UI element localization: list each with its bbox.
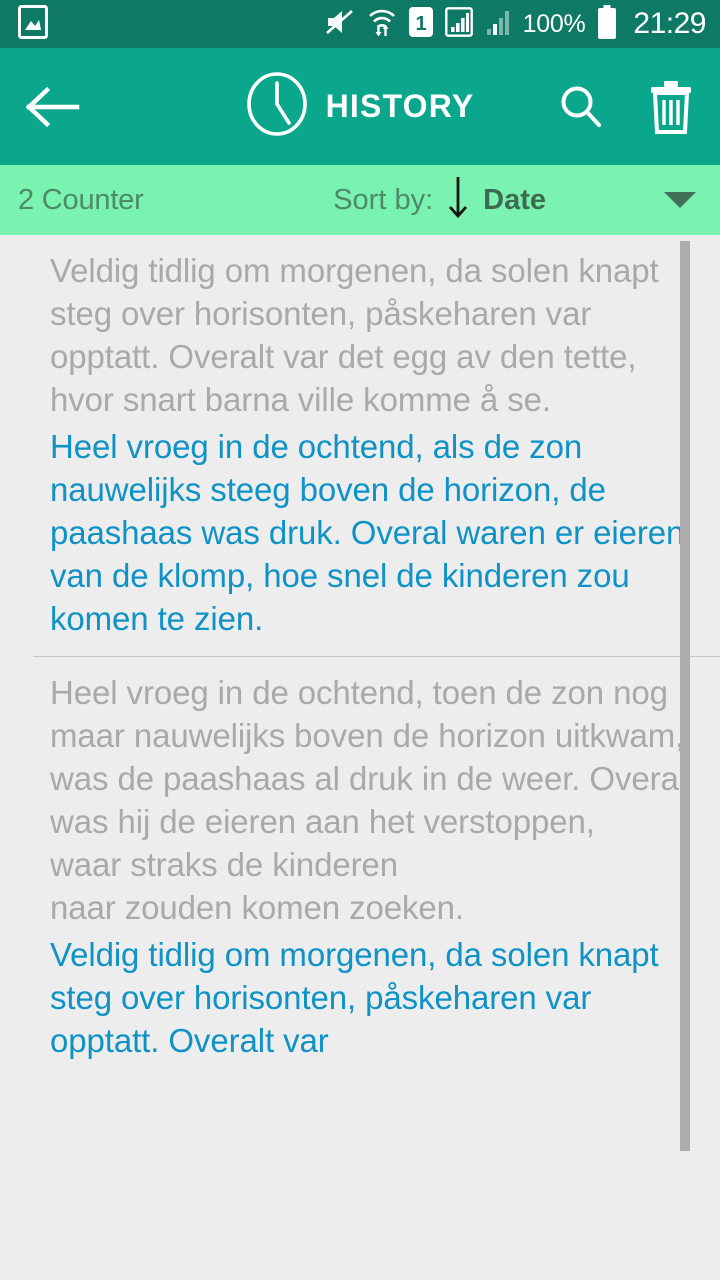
sort-value-label: Date: [483, 183, 546, 216]
status-bar-left: [18, 4, 48, 44]
search-icon: [561, 86, 601, 127]
back-arrow-icon: [25, 86, 80, 127]
status-bar-clock: 21:29: [633, 7, 706, 40]
arrow-down-icon[interactable]: [445, 173, 471, 228]
status-bar: 1 100% 21:29: [0, 0, 720, 48]
status-bar-right: 1 100% 21:29: [325, 4, 706, 44]
battery-percent-label: 100%: [522, 9, 586, 38]
page-title: HISTORY: [325, 88, 475, 124]
chevron-down-icon[interactable]: [664, 192, 696, 208]
sound-muted-icon: [325, 8, 355, 41]
search-button[interactable]: [554, 80, 608, 134]
list-item[interactable]: Veldig tidlig om morgenen, da solen knap…: [0, 235, 720, 656]
target-text: Veldig tidlig om morgenen, da solen knap…: [50, 936, 659, 1059]
app-bar: HISTORY: [0, 48, 720, 165]
history-list[interactable]: Veldig tidlig om morgenen, da solen knap…: [0, 235, 720, 1280]
trash-icon: [651, 80, 691, 134]
list-item[interactable]: Heel vroeg in de ochtend, toen de zon no…: [0, 657, 720, 1078]
clock-icon: [246, 71, 308, 142]
source-text: Veldig tidlig om morgenen, da solen knap…: [50, 252, 659, 418]
wifi-transfer-icon: [367, 7, 397, 42]
battery-full-icon: [597, 4, 617, 44]
signal-bars-2-icon: [485, 7, 511, 42]
sort-by-label: Sort by:: [333, 183, 434, 216]
sort-bar: 2 Counter Sort by: Date: [0, 165, 720, 235]
sort-control[interactable]: Sort by: Date: [333, 173, 702, 228]
scrollbar-thumb[interactable]: [680, 241, 690, 1151]
scrollbar[interactable]: [680, 235, 690, 1280]
counter-label: 2 Counter: [18, 183, 144, 216]
target-text: Heel vroeg in de ochtend, als de zon nau…: [50, 428, 685, 637]
signal-bars-1-icon: [444, 6, 473, 42]
source-text: Heel vroeg in de ochtend, toen de zon no…: [50, 674, 686, 926]
gallery-icon: [18, 4, 48, 44]
delete-button[interactable]: [644, 80, 698, 134]
back-button[interactable]: [22, 76, 84, 138]
app-bar-actions: [554, 80, 698, 134]
sim-1-icon: 1: [408, 6, 433, 42]
svg-text:1: 1: [415, 13, 426, 35]
